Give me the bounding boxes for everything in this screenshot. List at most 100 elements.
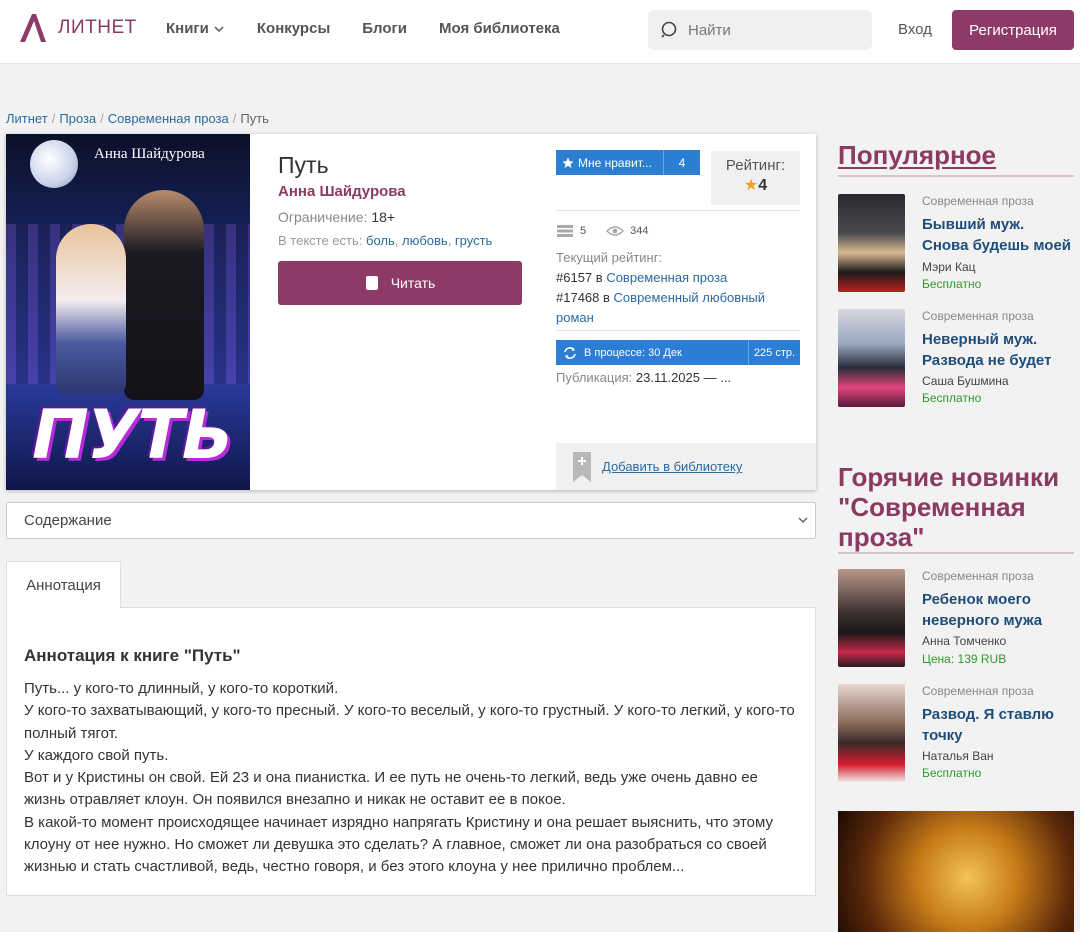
rating-star-icon: ★ [743, 177, 759, 194]
add-library-link[interactable]: Добавить в библиотеку [602, 459, 742, 474]
book-thumbnail[interactable] [838, 569, 905, 667]
item-price: Бесплатно [922, 391, 982, 405]
rank1-genre-link[interactable]: Современная проза [606, 270, 727, 285]
item-title[interactable]: Ребенок моего неверного мужа [922, 589, 1074, 631]
like-button[interactable]: Мне нравит... 4 [556, 150, 700, 175]
book-author[interactable]: Анна Шайдурова [278, 183, 528, 200]
book-card: Анна Шайдурова ПУТЬ Путь Анна Шайдурова … [6, 134, 816, 490]
tags-label: В тексте есть: [278, 233, 363, 248]
hot-new-title: Горячие новинки "Современная проза" [838, 462, 1060, 552]
book-thumbnail[interactable] [838, 194, 905, 292]
nav-my-library[interactable]: Моя библиотека [439, 20, 560, 37]
status-text: В процессе: 30 Дек [584, 346, 682, 359]
item-genre: Современная проза [922, 194, 1034, 208]
search-icon [661, 21, 677, 38]
item-author[interactable]: Саша Бушмина [922, 374, 1009, 388]
login-link[interactable]: Вход [898, 21, 932, 38]
book-info: Путь Анна Шайдурова Ограничение: 18+ В т… [278, 152, 528, 305]
list-item[interactable]: Современная проза Бывший муж. Снова буде… [838, 194, 1074, 294]
search-input[interactable] [688, 21, 858, 39]
contents-label: Содержание [24, 512, 112, 529]
annotation-line: В какой-то момент происходящее начинает … [24, 813, 773, 876]
item-genre: Современная проза [922, 309, 1034, 323]
promo-banner[interactable] [838, 811, 1074, 932]
item-title[interactable]: Развод. Я ставлю точку [922, 704, 1074, 746]
tab-annotation-label: Аннотация [26, 576, 101, 594]
tag-link[interactable]: грусть [455, 233, 492, 248]
annotation-line: У каждого свой путь. [24, 746, 169, 764]
site-header: ЛИТНЕТ Книги Конкурсы Блоги Моя библиоте… [0, 0, 1080, 64]
cover-author: Анна Шайдурова [94, 146, 205, 162]
read-button-label: Читать [390, 275, 436, 291]
item-author[interactable]: Наталья Ван [922, 749, 994, 763]
nav-blogs[interactable]: Блоги [362, 20, 407, 37]
nav-my-library-label: Моя библиотека [439, 20, 560, 37]
rank-line-2: #17468 в Современный любовный роман [556, 288, 800, 328]
section-divider [838, 175, 1074, 177]
annotation-title: Аннотация к книге "Путь" [24, 646, 241, 665]
in-word: в [603, 290, 610, 305]
tab-annotation[interactable]: Аннотация [6, 561, 121, 608]
book-tags: В тексте есть: боль, любовь, грусть [278, 233, 493, 248]
star-icon [562, 157, 574, 168]
rank1-number: #6157 [556, 270, 593, 285]
add-to-library[interactable]: Добавить в библиотеку [556, 443, 816, 490]
rating-value: 4 [758, 177, 768, 194]
tag-link[interactable]: боль [366, 233, 395, 248]
breadcrumb-prose[interactable]: Проза [59, 111, 96, 126]
restriction-value: 18+ [371, 209, 396, 225]
site-logo[interactable]: ЛИТНЕТ [16, 12, 137, 44]
item-author[interactable]: Мэри Кац [922, 260, 976, 274]
breadcrumb: Литнет / Проза / Современная проза / Путь [6, 111, 269, 126]
list-item[interactable]: Современная проза Развод. Я ставлю точку… [838, 684, 1074, 784]
nav-contests-label: Конкурсы [256, 20, 331, 37]
chevron-down-icon [214, 25, 224, 32]
book-thumbnail[interactable] [838, 309, 905, 407]
like-count: 4 [678, 155, 686, 170]
publication-label: Публикация: [556, 370, 633, 385]
book-icon [365, 276, 378, 290]
nav-blogs-label: Блоги [362, 20, 408, 37]
rating-value-wrap: ★4 [711, 175, 800, 195]
main-nav: Книги Конкурсы Блоги Моя библиотека [166, 20, 560, 37]
read-button[interactable]: Читать [278, 261, 522, 305]
cover-moon [30, 140, 78, 188]
breadcrumb-modern-prose[interactable]: Современная проза [108, 111, 229, 126]
current-rating: Текущий рейтинг: #6157 в Современная про… [556, 248, 800, 328]
book-cover[interactable]: Анна Шайдурова ПУТЬ [6, 134, 250, 490]
logo-icon [20, 14, 46, 42]
breadcrumb-current: Путь [240, 111, 269, 126]
breadcrumb-litnet[interactable]: Литнет [6, 111, 48, 126]
publication-date: Публикация: 23.11.2025 — ... [556, 370, 731, 385]
register-button[interactable]: Регистрация [952, 10, 1074, 50]
contents-select[interactable]: Содержание [6, 502, 816, 539]
age-restriction: Ограничение: 18+ [278, 209, 528, 225]
rating-label: Рейтинг: [725, 157, 786, 174]
tag-link[interactable]: любовь [402, 233, 448, 248]
item-genre: Современная проза [922, 569, 1034, 583]
divider [556, 210, 800, 211]
item-price: Цена: 139 RUB [922, 652, 1007, 666]
library-stack-icon [557, 225, 573, 237]
nav-books[interactable]: Книги [166, 20, 225, 37]
nav-contests[interactable]: Конкурсы [257, 20, 330, 37]
cover-title: ПУТЬ [32, 396, 234, 475]
rating-box: Рейтинг: ★4 [711, 151, 800, 205]
list-item[interactable]: Современная проза Неверный муж. Развода … [838, 309, 1074, 409]
restriction-label: Ограничение: [278, 209, 368, 225]
annotation-text: Путь... у кого-то длинный, у кого-то кор… [24, 678, 798, 879]
list-item[interactable]: Современная проза Ребенок моего неверног… [838, 569, 1074, 669]
current-rating-label: Текущий рейтинг: [556, 250, 663, 265]
annotation-line: Вот и у Кристины он свой. Ей 23 и она пи… [24, 769, 758, 809]
views-count: 344 [630, 225, 649, 237]
in-word: в [595, 270, 603, 285]
library-count: 5 [580, 225, 587, 237]
item-author[interactable]: Анна Томченко [922, 634, 1006, 648]
book-thumbnail[interactable] [838, 684, 905, 782]
popular-title[interactable]: Популярное [838, 140, 1074, 171]
item-title[interactable]: Неверный муж. Развода не будет [922, 329, 1074, 371]
item-title[interactable]: Бывший муж. Снова будешь моей [922, 214, 1074, 256]
search-box [648, 10, 872, 50]
rank2-number: #17468 [556, 290, 600, 305]
like-label: Мне нравит... [578, 155, 652, 170]
